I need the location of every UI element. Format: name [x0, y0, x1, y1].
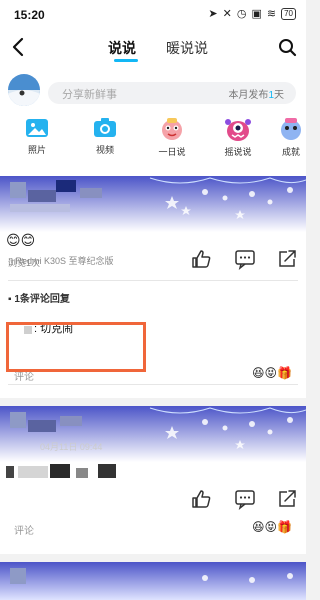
divider [8, 384, 298, 385]
blurred-username [80, 188, 102, 198]
alarm-icon: ◷ [236, 8, 247, 20]
feature-label: 照片 [27, 145, 46, 155]
share-placeholder: 分享新鲜事 [62, 89, 117, 101]
feature-video[interactable]: 视频 [80, 116, 130, 156]
location-icon: ➤ [208, 8, 218, 20]
mascot-pink-icon [162, 118, 182, 140]
blurred-content [6, 466, 14, 478]
nfc-icon: ▣ [251, 8, 262, 20]
monthly-post-stat: 本月发布1天 [228, 86, 284, 101]
feature-shake[interactable]: 摇说说 [213, 116, 263, 158]
blurred-date [10, 204, 70, 212]
comment-header-label: 1条评论回复 [14, 294, 70, 305]
post-banner [0, 406, 306, 462]
blurred-username [56, 180, 76, 192]
feature-achievement[interactable]: 成就 [276, 116, 306, 158]
post-card [0, 562, 306, 600]
blurred-username [28, 190, 56, 202]
blurred-username [60, 416, 82, 426]
share-input[interactable]: 分享新鲜事 本月发布1天 [48, 82, 296, 104]
feature-label: 一日说 [158, 147, 186, 157]
feature-row: 照片 视频 一日说 摇说说 成就 [0, 116, 306, 176]
comment-header: ▪ 1条评论回复 [8, 294, 70, 305]
status-bar: 15:20 ➤ ✕ ◷ ▣ ≋ 70 [0, 0, 306, 30]
blurred-content [98, 464, 116, 478]
top-nav: 说说 暖说说 [0, 30, 306, 66]
blurred-content [76, 468, 88, 478]
post-emoji: 😊😊 [6, 232, 36, 248]
views-count: 浏览1次 [8, 258, 41, 268]
tab-nuan-shuoshuo[interactable]: 暖说说 [166, 38, 208, 58]
mascot-icon [281, 118, 301, 140]
emoji-pack-icon[interactable]: 😆😝🎁 [252, 366, 292, 380]
share-icon[interactable] [276, 488, 298, 510]
feature-label: 视频 [95, 145, 114, 155]
post-card: 04月11日 09:44 评论 😆😝🎁 [0, 406, 306, 554]
emoji-pack-icon[interactable]: 😆😝🎁 [252, 520, 292, 534]
post-date: 04月11日 09:44 [40, 442, 103, 452]
feature-label: 摇说说 [224, 147, 252, 157]
blurred-avatar [10, 568, 26, 584]
wifi-icon: ≋ [266, 8, 277, 20]
feature-daily-post[interactable]: 一日说 [147, 116, 197, 158]
comment-input[interactable]: 评论 [14, 522, 34, 537]
camera-icon [94, 118, 116, 137]
avatar[interactable] [8, 74, 40, 106]
comment-icon[interactable] [234, 248, 256, 270]
comment-icon[interactable] [234, 488, 256, 510]
blurred-content [18, 466, 48, 478]
divider [8, 280, 298, 281]
mute-icon: ✕ [222, 8, 232, 20]
back-icon[interactable] [8, 35, 30, 59]
blurred-content [50, 464, 70, 478]
like-icon[interactable] [190, 248, 212, 270]
search-icon[interactable] [276, 35, 298, 59]
photo-icon [26, 119, 48, 137]
status-icons: ➤ ✕ ◷ ▣ ≋ 70 [208, 7, 296, 20]
blurred-username [28, 420, 56, 432]
post-banner [0, 562, 306, 600]
feature-photo[interactable]: 照片 [12, 116, 62, 156]
blurred-avatar [10, 182, 26, 198]
tab-shuoshuo[interactable]: 说说 [108, 38, 136, 58]
stat-suffix: 天 [274, 90, 284, 101]
stat-prefix: 本月发布 [228, 90, 269, 101]
blurred-avatar [10, 412, 26, 428]
monster-icon [225, 119, 251, 141]
share-row: 分享新鲜事 本月发布1天 [0, 66, 306, 116]
battery-icon: 70 [281, 7, 296, 20]
status-time: 15:20 [14, 8, 45, 22]
feature-label: 成就 [281, 147, 300, 157]
share-icon[interactable] [276, 248, 298, 270]
like-icon[interactable] [190, 488, 212, 510]
highlight-box [6, 322, 146, 372]
tab-underline [114, 59, 138, 62]
